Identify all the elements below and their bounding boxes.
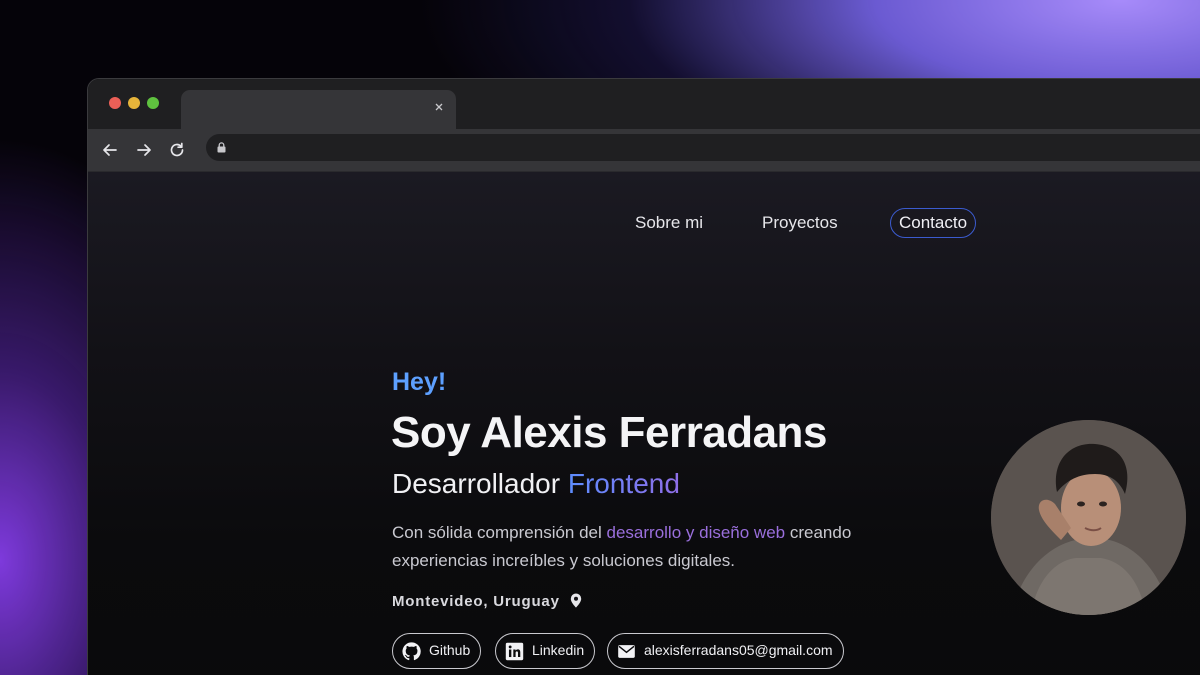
close-icon[interactable] bbox=[432, 100, 446, 114]
description-start: Con sólida comprensión del bbox=[392, 523, 607, 542]
email-button[interactable]: alexisferradans05@gmail.com bbox=[607, 633, 844, 669]
location-text: Montevideo, Uruguay bbox=[392, 593, 560, 610]
hero-title: Soy Alexis Ferradans bbox=[391, 408, 827, 457]
avatar-portrait bbox=[991, 420, 1186, 615]
hero-role: Desarrollador Frontend bbox=[392, 468, 680, 500]
github-button[interactable]: Github bbox=[392, 633, 482, 669]
back-arrow-icon[interactable] bbox=[101, 141, 119, 159]
location-pin-icon bbox=[570, 593, 581, 608]
nav-link-contacto[interactable]: Contacto bbox=[890, 208, 977, 238]
location: Montevideo, Uruguay bbox=[392, 593, 582, 610]
hero-description: Con sólida comprensión del desarrollo y … bbox=[392, 519, 912, 575]
maximize-window-button[interactable] bbox=[147, 97, 159, 109]
greeting: Hey! bbox=[392, 368, 447, 396]
avatar bbox=[991, 420, 1186, 615]
mail-icon bbox=[618, 645, 635, 658]
github-label: Github bbox=[429, 642, 471, 658]
tab-bar bbox=[88, 79, 1200, 129]
minimize-window-button[interactable] bbox=[128, 97, 140, 109]
forward-arrow-icon[interactable] bbox=[135, 141, 153, 159]
linkedin-icon bbox=[505, 642, 524, 661]
linkedin-label: Linkedin bbox=[532, 642, 585, 658]
role-prefix: Desarrollador bbox=[392, 468, 568, 499]
browser-toolbar bbox=[88, 129, 1200, 171]
browser-tab[interactable] bbox=[181, 90, 456, 129]
lock-icon bbox=[217, 142, 226, 153]
address-bar[interactable] bbox=[206, 134, 1200, 161]
description-accent: desarrollo y diseño web bbox=[606, 523, 786, 542]
email-label: alexisferradans05@gmail.com bbox=[644, 642, 833, 658]
role-accent: Frontend bbox=[567, 468, 680, 499]
site-nav: Sobre mi Proyectos Contacto bbox=[88, 208, 1200, 240]
portfolio-page: Sobre mi Proyectos Contacto Hey! Soy Ale… bbox=[88, 171, 1200, 675]
nav-link-proyectos[interactable]: Proyectos bbox=[762, 210, 838, 238]
github-icon bbox=[402, 642, 421, 661]
linkedin-button[interactable]: Linkedin bbox=[495, 633, 596, 669]
reload-icon[interactable] bbox=[168, 141, 186, 159]
browser-window: Sobre mi Proyectos Contacto Hey! Soy Ale… bbox=[87, 78, 1200, 675]
nav-link-sobre-mi[interactable]: Sobre mi bbox=[635, 210, 703, 238]
close-window-button[interactable] bbox=[109, 97, 121, 109]
